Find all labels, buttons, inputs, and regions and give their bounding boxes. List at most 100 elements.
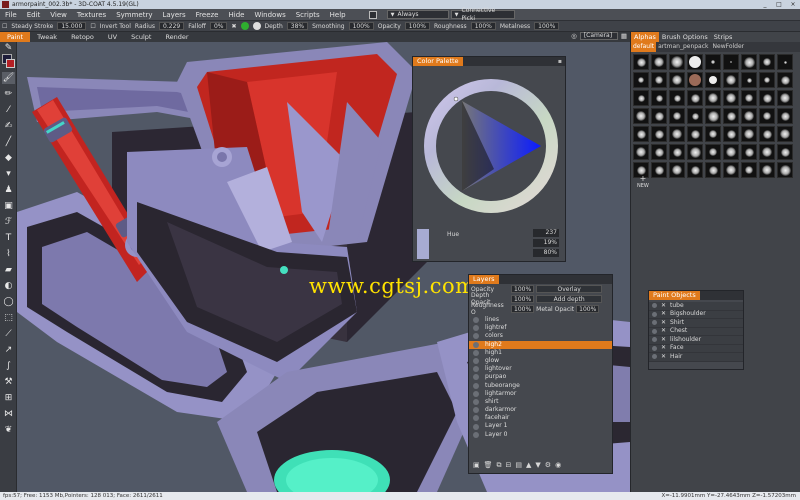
- eye-icon[interactable]: [473, 415, 479, 422]
- layer-row[interactable]: high2: [469, 340, 612, 349]
- alpha-thumbnail[interactable]: [723, 162, 739, 178]
- eye-icon[interactable]: [473, 366, 479, 373]
- minimize-button[interactable]: _: [760, 0, 770, 9]
- depth-input[interactable]: 38%: [286, 22, 309, 30]
- copy-layer-icon[interactable]: ⧉: [497, 461, 502, 470]
- layer-row[interactable]: lightover: [469, 365, 612, 373]
- alpha-thumbnail[interactable]: [687, 126, 703, 142]
- alpha-thumbnail[interactable]: [759, 54, 775, 70]
- grid-icon[interactable]: ▦: [621, 32, 627, 40]
- eye-icon[interactable]: [473, 390, 479, 397]
- alpha-thumbnail[interactable]: [669, 90, 685, 106]
- alpha-thumbnail[interactable]: [741, 54, 757, 70]
- steady-stroke-checkbox[interactable]: ☐: [2, 23, 7, 30]
- layer-depth-input[interactable]: 100%: [511, 295, 535, 303]
- alpha-thumbnail[interactable]: [651, 162, 667, 178]
- stamp-icon[interactable]: ♟: [2, 184, 15, 196]
- depth-mode-dropdown[interactable]: Add depth: [536, 295, 603, 303]
- alpha-thumbnail[interactable]: [669, 126, 685, 142]
- layer-row[interactable]: lightref: [469, 324, 612, 332]
- hue-value[interactable]: 237: [533, 229, 559, 237]
- menu-freeze[interactable]: Freeze: [191, 11, 224, 19]
- eye-icon[interactable]: [652, 320, 657, 326]
- eye-icon[interactable]: [473, 349, 479, 356]
- eye-icon[interactable]: [473, 382, 479, 389]
- layer-row[interactable]: Layer 1: [469, 422, 612, 430]
- blur-icon[interactable]: ◐: [2, 280, 15, 292]
- eye-icon[interactable]: [473, 358, 479, 365]
- eye-icon[interactable]: [473, 398, 479, 405]
- alpha-thumbnail[interactable]: [669, 72, 685, 88]
- metalness-input[interactable]: 100%: [534, 22, 560, 30]
- wrench-icon[interactable]: ⚒: [2, 376, 15, 388]
- tab-paint[interactable]: Paint: [0, 32, 31, 42]
- close-icon[interactable]: ✕: [661, 353, 666, 362]
- eye-icon[interactable]: [473, 407, 479, 414]
- alpha-thumbnail[interactable]: [633, 108, 649, 124]
- line-icon[interactable]: ╱: [2, 136, 15, 148]
- layer-row[interactable]: darkarmor: [469, 406, 612, 414]
- eraser-icon[interactable]: ▰: [2, 264, 15, 276]
- eye-icon[interactable]: [473, 325, 479, 332]
- symmetry-icon[interactable]: ⋈: [2, 408, 15, 420]
- alpha-set-default[interactable]: default: [631, 42, 657, 52]
- alpha-thumbnail[interactable]: [741, 144, 757, 160]
- brightness-value[interactable]: 80%: [533, 249, 559, 257]
- merge-layer-icon[interactable]: ⊟: [506, 461, 512, 470]
- layer-row[interactable]: glow: [469, 357, 612, 365]
- alpha-thumbnail[interactable]: [777, 90, 793, 106]
- layer-row[interactable]: shirt: [469, 398, 612, 406]
- tab-sculpt[interactable]: Sculpt: [124, 32, 158, 42]
- alpha-thumbnail[interactable]: [741, 108, 757, 124]
- eye-icon[interactable]: [473, 374, 479, 381]
- pen-icon[interactable]: ✎: [2, 42, 15, 54]
- always-dropdown[interactable]: ▼ Always: [386, 10, 449, 19]
- alpha-thumbnail[interactable]: [651, 72, 667, 88]
- layer-row[interactable]: purpao: [469, 373, 612, 381]
- eye-icon[interactable]: [473, 317, 479, 324]
- alpha-thumbnail[interactable]: [633, 144, 649, 160]
- eye-icon[interactable]: [652, 354, 657, 360]
- menu-view[interactable]: View: [45, 11, 72, 19]
- eye-icon[interactable]: [652, 337, 657, 343]
- eye-icon[interactable]: [652, 311, 657, 317]
- alpha-thumbnail[interactable]: [687, 72, 703, 88]
- tab-retopo[interactable]: Retopo: [64, 32, 101, 42]
- color-wheel[interactable]: [414, 69, 566, 219]
- alpha-thumbnail[interactable]: [759, 126, 775, 142]
- primary-color-swatch[interactable]: [6, 59, 15, 68]
- close-icon[interactable]: ✕: [661, 319, 666, 328]
- eye-icon[interactable]: [473, 431, 479, 438]
- menu-hide[interactable]: Hide: [224, 11, 250, 19]
- saturation-value[interactable]: 19%: [533, 239, 559, 247]
- alpha-thumbnail[interactable]: [705, 72, 721, 88]
- eye-icon[interactable]: [473, 341, 479, 348]
- alpha-thumbnail[interactable]: [633, 72, 649, 88]
- alpha-thumbnail[interactable]: [633, 90, 649, 106]
- alpha-thumbnail[interactable]: [759, 108, 775, 124]
- layer-row[interactable]: colors: [469, 332, 612, 340]
- alpha-thumbnail[interactable]: [777, 72, 793, 88]
- path-icon[interactable]: ℱ: [2, 216, 15, 228]
- alpha-thumbnail[interactable]: [777, 54, 793, 70]
- close-button[interactable]: ×: [788, 0, 798, 9]
- layer-roughness-input[interactable]: 100%: [511, 305, 535, 313]
- bucket-icon[interactable]: ▾: [2, 168, 15, 180]
- brush-icon[interactable]: 🖌: [2, 72, 15, 84]
- settings-icon[interactable]: ⚙: [545, 461, 551, 470]
- alpha-thumbnail[interactable]: [741, 162, 757, 178]
- alpha-thumbnail[interactable]: [741, 126, 757, 142]
- alpha-thumbnail[interactable]: [759, 144, 775, 160]
- layer-metal-input[interactable]: 100%: [576, 305, 600, 313]
- airbrush-icon[interactable]: ⁄: [2, 104, 15, 116]
- smudge-icon[interactable]: ✍: [2, 120, 15, 132]
- select-icon[interactable]: ⬚: [2, 312, 15, 324]
- alpha-thumbnail[interactable]: [705, 54, 721, 70]
- eye-icon[interactable]: [652, 328, 657, 334]
- close-icon[interactable]: ✕: [661, 336, 666, 345]
- radius-input[interactable]: 0.229: [159, 22, 185, 30]
- menu-file[interactable]: File: [0, 11, 22, 19]
- alpha-thumbnail[interactable]: [723, 144, 739, 160]
- invert-tool-checkbox[interactable]: ☐: [90, 23, 95, 30]
- alpha-thumbnail[interactable]: [687, 144, 703, 160]
